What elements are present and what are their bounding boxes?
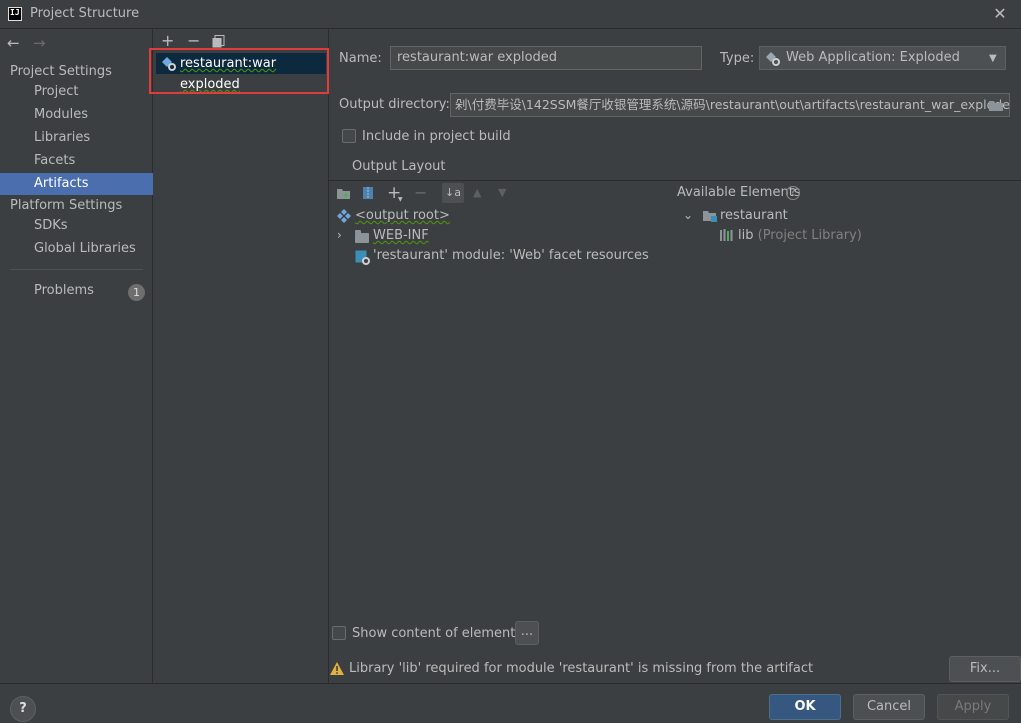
move-up-icon[interactable]: ▲	[473, 186, 481, 199]
chevron-down-icon[interactable]: ⌄	[683, 208, 693, 222]
available-elements-label: Available Elements	[677, 185, 801, 200]
nav-item-libraries[interactable]: Libraries	[0, 127, 153, 149]
ellipsis-button[interactable]: ...	[515, 621, 539, 645]
divider	[10, 269, 143, 270]
sort-icon[interactable]: ↓a	[442, 183, 464, 203]
warning-icon	[330, 662, 344, 679]
web-app-icon	[765, 51, 781, 71]
ok-button[interactable]: OK	[769, 694, 841, 720]
available-restaurant-node[interactable]: restaurant	[720, 208, 788, 223]
archive-icon[interactable]	[362, 186, 374, 204]
library-icon	[720, 229, 734, 245]
folder-icon	[355, 230, 369, 247]
name-input[interactable]: restaurant:war exploded	[390, 46, 702, 70]
divider	[0, 683, 1021, 684]
show-content-checkbox[interactable]	[332, 626, 346, 640]
new-folder-icon[interactable]	[336, 187, 351, 204]
output-directory-input[interactable]: 剁\付费毕设\142SSM餐厅收银管理系统\源码\restaurant\out\…	[450, 93, 1010, 117]
name-label: Name:	[339, 51, 382, 66]
intellij-app-icon: IJ	[8, 7, 22, 21]
module-folder-icon	[702, 209, 718, 226]
nav-item-modules[interactable]: Modules	[0, 104, 153, 126]
chevron-down-icon[interactable]: ▼	[398, 196, 403, 203]
nav-item-project[interactable]: Project	[0, 81, 153, 103]
move-down-icon[interactable]: ▼	[498, 186, 506, 199]
facet-resources-node[interactable]: 'restaurant' module: 'Web' facet resourc…	[373, 248, 649, 263]
highlight-box	[149, 48, 329, 94]
web-inf-node[interactable]: WEB-INF	[373, 228, 429, 243]
chevron-down-icon[interactable]: ▼	[989, 53, 997, 64]
help-circle-icon[interactable]: ?	[786, 186, 800, 200]
remove-element-icon[interactable]: −	[414, 183, 427, 202]
apply-button[interactable]: Apply	[937, 694, 1009, 720]
nav-item-artifacts[interactable]: Artifacts	[0, 173, 153, 195]
title-bar	[0, 0, 1021, 28]
output-root-icon	[337, 209, 351, 227]
available-lib-node[interactable]: lib (Project Library)	[738, 228, 862, 243]
output-layout-panel	[329, 180, 1021, 610]
lib-hint: (Project Library)	[757, 228, 862, 243]
show-content-label: Show content of elements	[352, 626, 523, 641]
include-in-build-checkbox[interactable]	[342, 129, 356, 143]
help-button[interactable]: ?	[10, 696, 36, 722]
folder-browse-icon[interactable]	[988, 99, 1004, 116]
back-arrow-icon[interactable]: ←	[7, 34, 20, 52]
nav-item-global-libraries[interactable]: Global Libraries	[0, 238, 153, 260]
chevron-right-icon[interactable]: ›	[337, 228, 342, 242]
cancel-button[interactable]: Cancel	[853, 694, 925, 720]
fix-button[interactable]: Fix...	[949, 656, 1021, 682]
output-root-node[interactable]: <output root>	[355, 208, 450, 223]
forward-arrow-icon[interactable]: →	[33, 34, 46, 52]
tab-output-layout[interactable]: Output Layout	[352, 159, 445, 174]
problems-count-badge: 1	[128, 284, 145, 301]
lib-label: lib	[738, 228, 754, 243]
output-directory-label: Output directory:	[339, 97, 450, 112]
type-select[interactable]: Web Application: Exploded	[759, 46, 1006, 70]
nav-item-sdks[interactable]: SDKs	[0, 215, 153, 237]
nav-heading-platform-settings: Platform Settings	[10, 198, 123, 213]
include-in-build-label: Include in project build	[362, 129, 511, 144]
nav-heading-project-settings: Project Settings	[10, 64, 112, 79]
artifacts-list-panel	[154, 29, 329, 683]
facet-resources-icon	[355, 250, 370, 269]
window-title: Project Structure	[30, 6, 140, 21]
close-icon[interactable]: ✕	[990, 4, 1010, 24]
warning-message: Library 'lib' required for module 'resta…	[349, 661, 814, 676]
type-label: Type:	[720, 51, 755, 66]
nav-item-facets[interactable]: Facets	[0, 150, 153, 172]
